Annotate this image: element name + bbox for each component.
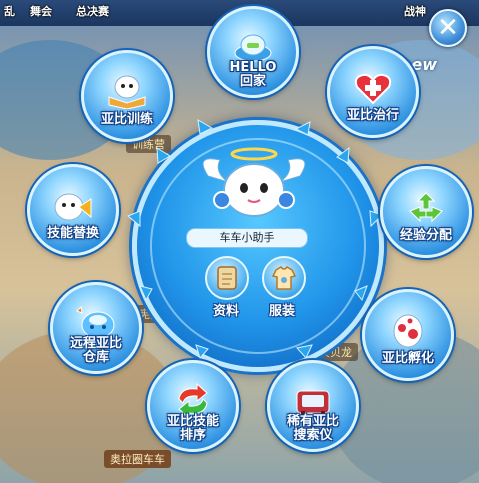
hatch-button[interactable]: 亚比孵化 bbox=[362, 289, 454, 381]
clothes-label: 服装 bbox=[268, 304, 295, 319]
rare-radar-button[interactable]: 稀有亚比 搜索仪 bbox=[267, 360, 359, 452]
train-button[interactable]: 亚比训练 bbox=[81, 50, 173, 142]
info-label: 资料 bbox=[212, 304, 239, 319]
scroll-icon bbox=[217, 266, 237, 290]
skill-sort-button[interactable]: 亚比技能 排序 bbox=[147, 360, 239, 452]
shirt-icon bbox=[271, 266, 297, 290]
egg-icon bbox=[393, 314, 423, 348]
skill-swap-button[interactable]: 技能替换 bbox=[27, 164, 119, 256]
hatch-label: 亚比孵化 bbox=[381, 351, 434, 366]
assistant-name: 车车小助手 bbox=[186, 228, 308, 248]
info-button[interactable] bbox=[205, 256, 249, 300]
remote-storage-label: 远程亚比 仓库 bbox=[69, 336, 122, 365]
arrow-icon bbox=[127, 210, 141, 228]
skill-swap-label: 技能替换 bbox=[46, 226, 99, 241]
remote-storage-button[interactable]: 远程亚比 仓库 bbox=[50, 282, 142, 374]
arrow-icon bbox=[336, 146, 350, 164]
arrow-icon bbox=[156, 147, 171, 164]
mascot-horn-icon bbox=[54, 193, 92, 221]
heart-cross-icon bbox=[354, 73, 392, 105]
radar-label: 稀有亚比 搜索仪 bbox=[286, 414, 339, 443]
split-arrows-icon bbox=[409, 192, 443, 223]
skill-sort-label: 亚比技能 排序 bbox=[166, 414, 219, 443]
assistant-mascot-icon[interactable] bbox=[198, 146, 310, 224]
arrow-icon bbox=[294, 121, 311, 136]
heal-button[interactable]: 亚比治行 bbox=[327, 46, 419, 138]
heal-label: 亚比治行 bbox=[346, 108, 399, 123]
home-label: HELLO 回家 bbox=[229, 60, 277, 89]
arrow-icon bbox=[139, 285, 153, 302]
arrow-icon bbox=[296, 344, 313, 359]
train-label: 亚比训练 bbox=[100, 112, 153, 127]
arrow-icon bbox=[197, 119, 214, 135]
arrow-icon bbox=[195, 344, 209, 359]
home-button[interactable]: HELLO 回家 bbox=[207, 6, 299, 98]
arrow-icon bbox=[354, 285, 368, 302]
book-mascot-icon bbox=[108, 75, 146, 109]
clothes-button[interactable] bbox=[262, 256, 306, 300]
exp-distribute-button[interactable]: 经验分配 bbox=[380, 166, 472, 258]
exp-label: 经验分配 bbox=[399, 228, 452, 243]
